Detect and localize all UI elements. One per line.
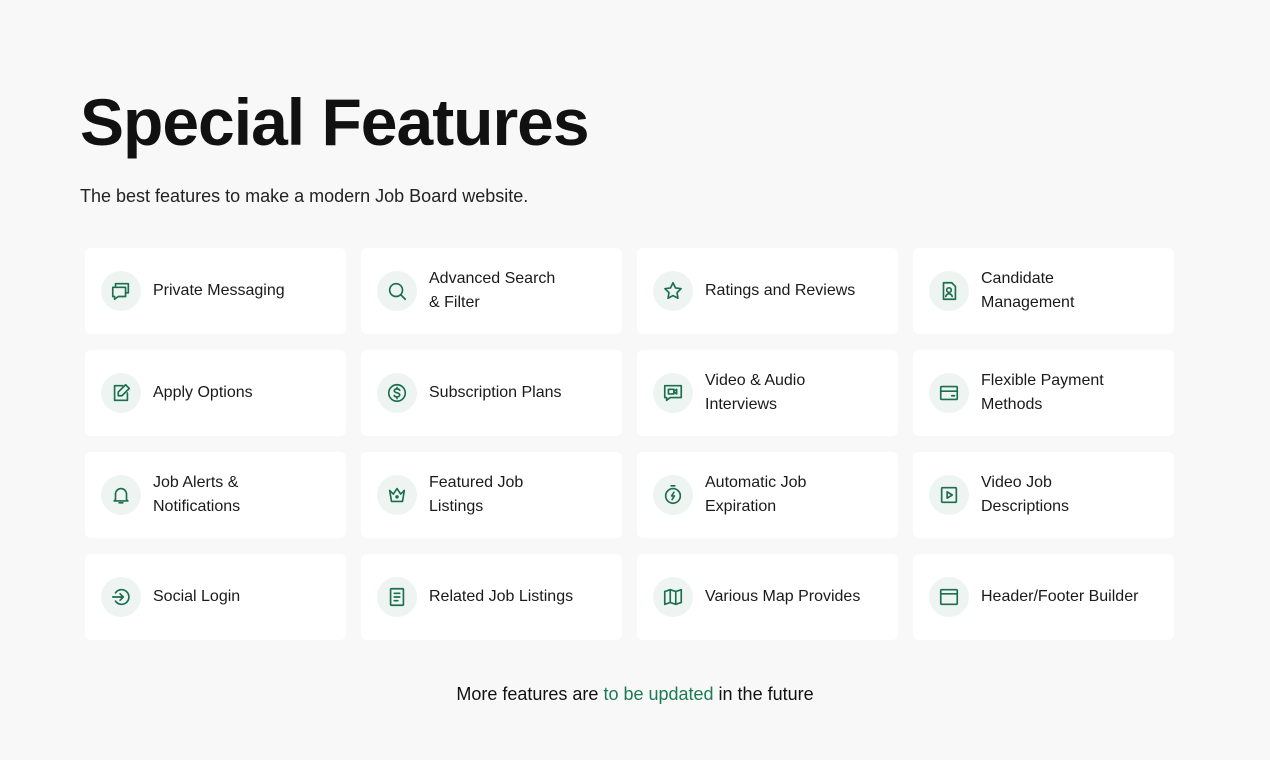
crown-icon: [377, 475, 417, 515]
page-title: Special Features: [80, 85, 590, 159]
layout-icon: [929, 577, 969, 617]
dollar-circle-icon: [377, 373, 417, 413]
candidate-file-icon: [929, 271, 969, 311]
footer-note: More features are to be updated in the f…: [0, 682, 1270, 706]
page: Special Features The best features to ma…: [0, 0, 1270, 760]
messages-icon: [101, 271, 141, 311]
feature-label: Apply Options: [153, 384, 253, 401]
feature-card-various-map-provides[interactable]: Various Map Provides: [637, 554, 898, 640]
timer-icon: [653, 475, 693, 515]
feature-label: Flexible Payment Methods: [981, 372, 1104, 413]
login-icon: [101, 577, 141, 617]
feature-card-ratings-reviews[interactable]: Ratings and Reviews: [637, 248, 898, 334]
feature-label: Candidate Management: [981, 270, 1075, 311]
search-icon: [377, 271, 417, 311]
features-grid: Private Messaging Advanced Search & Filt…: [85, 248, 1175, 640]
feature-card-subscription-plans[interactable]: Subscription Plans: [361, 350, 622, 436]
feature-label: Featured Job Listings: [429, 474, 524, 515]
to-be-updated-link[interactable]: to be updated: [603, 684, 713, 704]
feature-label: Header/Footer Builder: [981, 588, 1139, 605]
bell-icon: [101, 475, 141, 515]
feature-label: Video Job Descriptions: [981, 474, 1070, 515]
page-subtitle: The best features to make a modern Job B…: [80, 186, 529, 206]
feature-label: Ratings and Reviews: [705, 282, 856, 299]
feature-card-job-alerts[interactable]: Job Alerts & Notifications: [85, 452, 346, 538]
feature-label: Various Map Provides: [705, 588, 861, 605]
play-square-icon: [929, 475, 969, 515]
feature-card-related-job-listings[interactable]: Related Job Listings: [361, 554, 622, 640]
feature-label: Job Alerts & Notifications: [153, 474, 241, 515]
feature-card-header-footer-builder[interactable]: Header/Footer Builder: [913, 554, 1174, 640]
star-icon: [653, 271, 693, 311]
footer-suffix: in the future: [713, 684, 814, 704]
feature-card-private-messaging[interactable]: Private Messaging: [85, 248, 346, 334]
feature-label: Related Job Listings: [429, 588, 574, 605]
feature-card-video-job-descriptions[interactable]: Video Job Descriptions: [913, 452, 1174, 538]
feature-card-advanced-search[interactable]: Advanced Search & Filter: [361, 248, 622, 334]
feature-label: Private Messaging: [153, 282, 285, 299]
feature-card-candidate-management[interactable]: Candidate Management: [913, 248, 1174, 334]
map-icon: [653, 577, 693, 617]
feature-label: Advanced Search & Filter: [429, 270, 556, 311]
feature-label: Automatic Job Expiration: [705, 474, 807, 515]
feature-label: Social Login: [153, 588, 241, 605]
feature-card-featured-job-listings[interactable]: Featured Job Listings: [361, 452, 622, 538]
feature-label: Subscription Plans: [429, 384, 562, 401]
video-chat-icon: [653, 373, 693, 413]
feature-card-automatic-job-expiration[interactable]: Automatic Job Expiration: [637, 452, 898, 538]
feature-card-apply-options[interactable]: Apply Options: [85, 350, 346, 436]
feature-label: Video & Audio Interviews: [705, 372, 806, 413]
footer-prefix: More features are: [456, 684, 604, 704]
wallet-icon: [929, 373, 969, 413]
feature-card-flexible-payment[interactable]: Flexible Payment Methods: [913, 350, 1174, 436]
list-document-icon: [377, 577, 417, 617]
feature-card-social-login[interactable]: Social Login: [85, 554, 346, 640]
feature-card-video-audio-interviews[interactable]: Video & Audio Interviews: [637, 350, 898, 436]
edit-document-icon: [101, 373, 141, 413]
